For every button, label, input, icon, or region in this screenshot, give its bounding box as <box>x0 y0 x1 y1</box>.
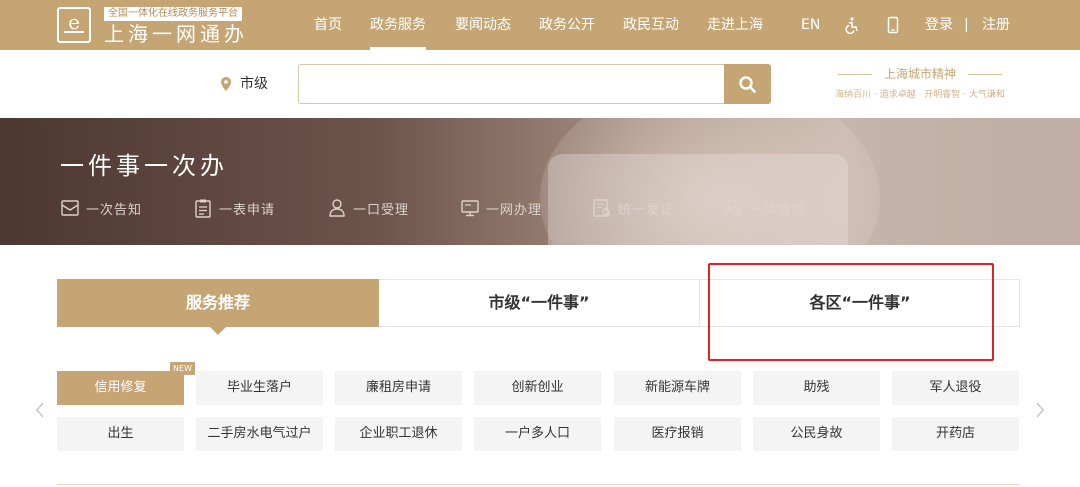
tab-recommended[interactable]: 服务推荐 <box>57 279 379 335</box>
feature-label: 一体管理 <box>750 202 807 218</box>
feature-notice: 一次告知 <box>60 196 142 220</box>
service-item[interactable]: 廉租房申请 <box>335 371 462 405</box>
feature-label: 一口受理 <box>353 202 410 218</box>
service-item[interactable]: 毕业生落户 <box>196 371 323 405</box>
service-item-credit-repair[interactable]: 信用修复 <box>57 371 184 405</box>
notice-icon <box>61 200 79 216</box>
service-item[interactable]: 公民身故 <box>753 417 880 451</box>
service-item[interactable]: 创新创业 <box>474 371 601 405</box>
nav-divider: | <box>964 17 969 33</box>
service-item[interactable]: 企业职工退休 <box>335 417 462 451</box>
feature-form: 一表申请 <box>193 196 275 220</box>
register-link[interactable]: 注册 <box>982 0 1010 50</box>
service-item[interactable]: 出生 <box>57 417 184 451</box>
chevron-left-icon[interactable] <box>33 400 47 420</box>
slogan-subtitle: 海纳百川 · 追求卓越 · 开明睿智 · 大气谦和 <box>835 90 1005 100</box>
new-badge: NEW <box>170 362 195 375</box>
service-item[interactable]: 军人退役 <box>892 371 1019 405</box>
feature-management: 一体管理 <box>724 196 806 220</box>
service-item[interactable]: 新能源车牌 <box>614 371 741 405</box>
service-item[interactable]: 助残 <box>753 371 880 405</box>
user-service-icon <box>329 199 345 217</box>
location-pin-icon <box>221 77 231 91</box>
monitor-icon <box>461 200 479 217</box>
nav-home[interactable]: 首页 <box>314 0 342 50</box>
clipboard-icon <box>195 199 211 218</box>
feature-label: 一表申请 <box>219 202 276 218</box>
service-item[interactable]: 开药店 <box>892 417 1019 451</box>
nav-about-shanghai[interactable]: 走进上海 <box>707 0 763 50</box>
feature-online: 一网办理 <box>460 196 542 220</box>
logo-tagline: 全国一体化在线政务服务平台 <box>104 7 242 21</box>
location-selector[interactable]: 市级 <box>240 74 268 94</box>
login-link[interactable]: 登录 <box>925 0 953 50</box>
feature-acceptance: 一口受理 <box>327 196 409 220</box>
annotation-highlight-box <box>708 263 994 361</box>
service-item[interactable]: 医疗报销 <box>614 417 741 451</box>
mobile-icon[interactable] <box>884 16 902 34</box>
feature-label: 一次告知 <box>86 202 143 218</box>
feature-label: 一网办理 <box>486 202 543 218</box>
service-item[interactable]: 二手房水电气过户 <box>196 417 323 451</box>
top-nav-bar: e 全国一体化在线政务服务平台 上海一网通办 首页 政务服务 要闻动态 政务公开… <box>0 0 1080 50</box>
banner-title: 一件事一次办 <box>60 152 228 180</box>
nav-public-affairs[interactable]: 政务公开 <box>539 0 595 50</box>
search-input[interactable] <box>298 64 726 104</box>
nav-government-services[interactable]: 政务服务 <box>370 0 426 50</box>
chevron-right-icon[interactable] <box>1033 400 1047 420</box>
search-icon <box>739 76 756 93</box>
accessibility-icon[interactable] <box>843 16 861 34</box>
feature-label: 统一发证 <box>618 202 675 218</box>
logo-icon[interactable]: e <box>57 7 91 43</box>
logo-title[interactable]: 上海一网通办 <box>104 22 248 46</box>
language-toggle[interactable]: EN <box>801 0 820 50</box>
tab-city-level[interactable]: 市级“一件事” <box>379 279 699 327</box>
feature-certificate: 统一发证 <box>592 196 674 220</box>
search-button[interactable] <box>724 64 771 104</box>
nav-interaction[interactable]: 政民互动 <box>623 0 679 50</box>
slogan-line-right <box>968 74 1002 75</box>
service-item[interactable]: 一户多人口 <box>474 417 601 451</box>
certificate-icon <box>593 199 611 217</box>
user-gear-icon <box>724 199 742 217</box>
nav-news[interactable]: 要闻动态 <box>455 0 511 50</box>
